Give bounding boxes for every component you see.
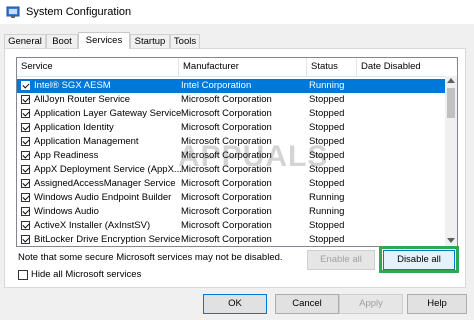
tab-services[interactable]: Services <box>78 32 130 49</box>
service-checkbox[interactable] <box>21 151 30 160</box>
service-name: Intel® SGX AESM <box>34 80 111 91</box>
ok-button[interactable]: OK <box>203 294 267 314</box>
system-configuration-window: System Configuration General Boot Servic… <box>0 0 474 320</box>
scrollbar-thumb[interactable] <box>447 88 455 118</box>
service-manufacturer: Microsoft Corporation <box>181 164 272 175</box>
table-row[interactable]: Intel® SGX AESM Intel Corporation Runnin… <box>17 79 445 93</box>
service-status: Stopped <box>309 150 345 161</box>
service-manufacturer: Microsoft Corporation <box>181 206 272 217</box>
table-row[interactable]: Application Management Microsoft Corpora… <box>17 135 445 149</box>
service-name: App Readiness <box>34 150 99 161</box>
services-list[interactable]: Service Manufacturer Status Date Disable… <box>16 57 458 247</box>
service-checkbox[interactable] <box>21 137 30 146</box>
disable-all-button[interactable]: Disable all <box>383 250 455 270</box>
service-status: Stopped <box>309 178 345 189</box>
dialog-button-bar: OK Cancel Apply Help <box>0 292 474 320</box>
table-row[interactable]: Application Identity Microsoft Corporati… <box>17 121 445 135</box>
service-status: Running <box>309 206 345 217</box>
tab-tools[interactable]: Tools <box>170 34 200 48</box>
service-manufacturer: Microsoft Corporation <box>181 122 272 133</box>
service-checkbox[interactable] <box>21 95 30 104</box>
service-checkbox[interactable] <box>21 235 30 244</box>
service-manufacturer: Microsoft Corporation <box>181 192 272 203</box>
service-status: Stopped <box>309 122 345 133</box>
hide-microsoft-services-checkbox[interactable] <box>18 270 28 280</box>
service-name: Application Layer Gateway Service <box>34 108 182 119</box>
column-header-status[interactable]: Status <box>307 58 357 76</box>
service-name: Windows Audio <box>34 206 99 217</box>
tab-strip: General Boot Services Startup Tools <box>4 32 470 49</box>
service-status: Stopped <box>309 234 345 245</box>
service-name: BitLocker Drive Encryption Service <box>34 234 181 245</box>
service-manufacturer: Microsoft Corporation <box>181 178 272 189</box>
service-name: AllJoyn Router Service <box>34 94 131 105</box>
column-header-manufacturer[interactable]: Manufacturer <box>179 58 307 76</box>
service-checkbox[interactable] <box>21 221 30 230</box>
service-checkbox[interactable] <box>21 123 30 132</box>
table-row[interactable]: App Readiness Microsoft Corporation Stop… <box>17 149 445 163</box>
table-row[interactable]: AppX Deployment Service (AppX... Microso… <box>17 163 445 177</box>
table-row[interactable]: AllJoyn Router Service Microsoft Corpora… <box>17 93 445 107</box>
service-status: Stopped <box>309 94 345 105</box>
service-status: Running <box>309 192 345 203</box>
service-status: Running <box>309 80 345 91</box>
scroll-down-icon[interactable] <box>447 238 455 243</box>
table-row[interactable]: Windows Audio Endpoint Builder Microsoft… <box>17 191 445 205</box>
list-header: Service Manufacturer Status Date Disable… <box>17 58 457 77</box>
vertical-scrollbar[interactable] <box>445 76 457 246</box>
service-name: AppX Deployment Service (AppX... <box>34 164 182 175</box>
service-status: Stopped <box>309 136 345 147</box>
apply-button[interactable]: Apply <box>339 294 403 314</box>
service-name: Windows Audio Endpoint Builder <box>34 192 172 203</box>
service-checkbox[interactable] <box>21 193 30 202</box>
service-manufacturer: Intel Corporation <box>181 80 252 91</box>
service-name: Application Management <box>34 136 139 147</box>
service-status: Stopped <box>309 108 345 119</box>
service-name: Application Identity <box>34 122 114 133</box>
column-header-date-disabled[interactable]: Date Disabled <box>357 58 445 76</box>
service-checkbox[interactable] <box>21 165 30 174</box>
service-manufacturer: Microsoft Corporation <box>181 94 272 105</box>
service-checkbox[interactable] <box>21 207 30 216</box>
enable-all-button[interactable]: Enable all <box>307 250 375 270</box>
tab-startup[interactable]: Startup <box>130 34 170 48</box>
title-bar[interactable]: System Configuration <box>0 0 474 24</box>
service-manufacturer: Microsoft Corporation <box>181 234 272 245</box>
tab-general[interactable]: General <box>4 34 46 48</box>
service-status: Stopped <box>309 220 345 231</box>
tab-boot[interactable]: Boot <box>46 34 78 48</box>
system-config-icon <box>6 6 20 18</box>
table-row[interactable]: Application Layer Gateway Service Micros… <box>17 107 445 121</box>
table-row[interactable]: ActiveX Installer (AxInstSV) Microsoft C… <box>17 219 445 233</box>
service-checkbox[interactable] <box>21 109 30 118</box>
table-row[interactable]: AssignedAccessManager Service Microsoft … <box>17 177 445 191</box>
service-status: Stopped <box>309 164 345 175</box>
service-checkbox[interactable] <box>21 81 30 90</box>
cancel-button[interactable]: Cancel <box>275 294 339 314</box>
service-name: ActiveX Installer (AxInstSV) <box>34 220 151 231</box>
help-button[interactable]: Help <box>407 294 467 314</box>
secure-services-note: Note that some secure Microsoft services… <box>18 252 283 263</box>
service-name: AssignedAccessManager Service <box>34 178 176 189</box>
column-header-service[interactable]: Service <box>17 58 179 76</box>
window-title: System Configuration <box>26 6 132 18</box>
service-manufacturer: Microsoft Corporation <box>181 136 272 147</box>
hide-microsoft-services-label[interactable]: Hide all Microsoft services <box>31 269 141 280</box>
service-manufacturer: Microsoft Corporation <box>181 108 272 119</box>
service-manufacturer: Microsoft Corporation <box>181 220 272 231</box>
service-checkbox[interactable] <box>21 179 30 188</box>
scroll-up-icon[interactable] <box>447 78 455 83</box>
table-row[interactable]: Windows Audio Microsoft Corporation Runn… <box>17 205 445 219</box>
table-row[interactable]: BitLocker Drive Encryption Service Micro… <box>17 233 445 246</box>
service-manufacturer: Microsoft Corporation <box>181 150 272 161</box>
